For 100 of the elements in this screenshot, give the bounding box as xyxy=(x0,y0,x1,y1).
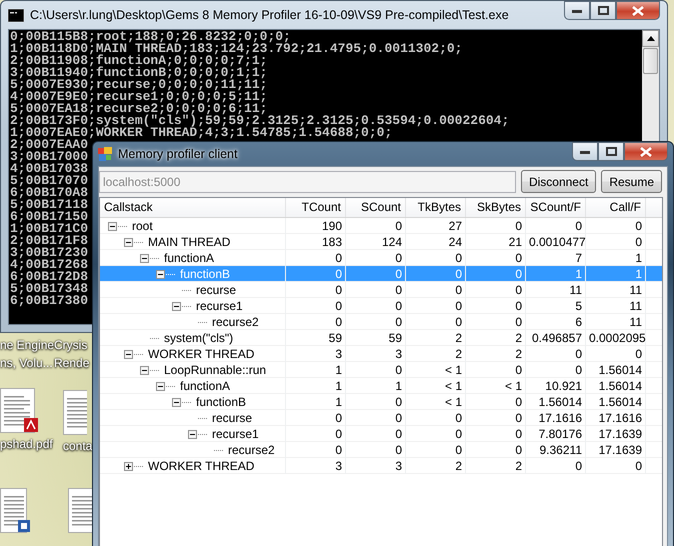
table-cell: 0 xyxy=(466,426,526,442)
table-cell: 3 xyxy=(346,346,406,362)
table-cell: 0 xyxy=(286,410,346,426)
tree-row[interactable]: WORKER THREAD 3 3 2 2 0 0 xyxy=(100,346,662,362)
console-line: 6;00B170A8 xyxy=(10,187,88,199)
close-icon xyxy=(640,146,652,156)
tree-row[interactable]: LoopRunnable::run 1 0 < 1 0 0 1.56014 xyxy=(100,362,662,378)
console-line: 3;00B11940;functionB;0;0;0;0;1;1; xyxy=(10,67,268,79)
pdf-file-icon[interactable] xyxy=(0,388,38,434)
tree-row[interactable]: MAIN THREAD 183 124 24 21 0.0010477 0 xyxy=(100,234,662,250)
console-line: 6;00B17150 xyxy=(10,211,88,223)
close-button[interactable] xyxy=(624,142,668,161)
table-cell: 0 xyxy=(406,410,466,426)
table-cell: 0 xyxy=(286,426,346,442)
table-cell: 0 xyxy=(286,442,346,458)
maximize-button[interactable] xyxy=(598,142,624,161)
expand-icon[interactable] xyxy=(124,462,133,470)
table-cell: 0 xyxy=(406,282,466,298)
collapse-icon[interactable] xyxy=(156,382,165,390)
console-line: 5;0007E930;recurse;0;0;0;0;11;11; xyxy=(10,79,268,91)
document-icon[interactable] xyxy=(63,390,87,436)
close-icon xyxy=(632,6,644,16)
node-name: system("cls") xyxy=(163,330,234,346)
collapse-icon[interactable] xyxy=(188,430,197,438)
table-cell: 0 xyxy=(526,218,586,234)
node-name: recurse1 xyxy=(211,426,260,442)
toolbar-button[interactable]: Disconnect xyxy=(520,170,596,193)
tree-row[interactable]: recurse2 0 0 0 0 9.36211 17.1639 xyxy=(100,442,662,458)
table-cell: 0 xyxy=(586,218,646,234)
window-title: Memory profiler client xyxy=(118,147,238,161)
table-cell: 0 xyxy=(286,314,346,330)
column-header[interactable]: SCount xyxy=(346,198,406,217)
table-cell: 0 xyxy=(286,266,346,282)
table-cell: 0 xyxy=(346,282,406,298)
table-cell: 59 xyxy=(286,330,346,346)
collapse-icon[interactable] xyxy=(124,238,133,246)
column-header[interactable]: TkBytes xyxy=(406,198,466,217)
maximize-button[interactable] xyxy=(590,1,616,20)
table-cell: 0 xyxy=(286,282,346,298)
tree-row[interactable]: WORKER THREAD 3 3 2 2 0 0 xyxy=(100,458,662,474)
table-cell: 11 xyxy=(586,298,646,314)
table-cell: 24 xyxy=(406,234,466,250)
table-cell: 0 xyxy=(466,314,526,330)
tree-row[interactable]: recurse1 0 0 0 0 7.80176 17.1639 xyxy=(100,426,662,442)
toolbar-button[interactable]: Resume xyxy=(601,170,662,193)
console-line: 2;0007EAA0 xyxy=(10,139,88,151)
table-cell: < 1 xyxy=(406,362,466,378)
tree-row[interactable]: recurse 0 0 0 0 17.1616 17.1616 xyxy=(100,410,662,426)
table-cell: 2 xyxy=(466,330,526,346)
scrollbar-thumb[interactable] xyxy=(643,48,658,74)
tree-row[interactable]: recurse1 0 0 0 0 5 11 xyxy=(100,298,662,314)
table-cell: 0 xyxy=(466,282,526,298)
collapse-icon[interactable] xyxy=(140,254,149,262)
tree-row[interactable]: recurse2 0 0 0 0 6 11 xyxy=(100,314,662,330)
tree-row[interactable]: root 190 0 27 0 0 0 xyxy=(100,218,662,234)
column-header[interactable]: SCount/F xyxy=(526,198,586,217)
tree-row[interactable]: recurse 0 0 0 0 11 11 xyxy=(100,282,662,298)
collapse-icon[interactable] xyxy=(172,302,181,310)
table-cell: 0 xyxy=(586,346,646,362)
maximize-icon xyxy=(598,6,608,15)
collapse-icon[interactable] xyxy=(172,398,181,406)
column-header[interactable]: SkBytes xyxy=(466,198,526,217)
table-cell: 2 xyxy=(466,346,526,362)
tree-row[interactable]: system("cls") 59 59 2 2 0.496857 0.0002095 xyxy=(100,330,662,346)
node-name: functionB xyxy=(179,266,232,282)
console-line: 5;00B17348 xyxy=(10,283,88,295)
console-line: 1;0007EAE0;WORKER THREAD;4;3;1.54785;1.54688;0;0; xyxy=(10,127,392,139)
minimize-button[interactable] xyxy=(564,1,590,20)
close-button[interactable] xyxy=(616,1,660,20)
word-file-icon[interactable] xyxy=(0,488,30,534)
table-cell: 0 xyxy=(406,442,466,458)
collapse-icon[interactable] xyxy=(140,366,149,374)
document-icon[interactable] xyxy=(68,488,92,534)
collapse-icon[interactable] xyxy=(156,270,165,278)
table-cell: 1 xyxy=(286,394,346,410)
table-cell: 6 xyxy=(526,314,586,330)
collapse-icon[interactable] xyxy=(124,350,133,358)
console-line: 4;00B17038 xyxy=(10,163,88,175)
table-cell: 0 xyxy=(526,362,586,378)
table-cell: 11 xyxy=(526,282,586,298)
table-cell: 2 xyxy=(406,330,466,346)
collapse-icon[interactable] xyxy=(108,222,117,230)
table-cell: 0 xyxy=(286,298,346,314)
table-cell: < 1 xyxy=(406,378,466,394)
column-header[interactable]: TCount xyxy=(286,198,346,217)
column-header[interactable]: Call/F xyxy=(586,198,646,217)
table-cell: 10.921 xyxy=(526,378,586,394)
node-name: WORKER THREAD xyxy=(147,458,256,474)
scroll-up-button[interactable] xyxy=(642,30,659,47)
tree-row[interactable]: functionA 1 1 < 1 < 1 10.921 1.56014 xyxy=(100,378,662,394)
table-cell: 0 xyxy=(466,298,526,314)
table-cell: 0.0010477 xyxy=(526,234,586,250)
console-line: 1;00B118D0;MAIN THREAD;183;124;23.792;21.4795;0.0011302;0; xyxy=(10,43,462,55)
minimize-button[interactable] xyxy=(572,142,598,161)
node-name: recurse xyxy=(195,282,238,298)
table-cell: 59 xyxy=(346,330,406,346)
tree-row[interactable]: functionB 1 0 < 1 0 1.56014 1.56014 xyxy=(100,394,662,410)
column-header[interactable]: Callstack xyxy=(100,198,286,217)
table-cell: 190 xyxy=(286,218,346,234)
node-name: recurse2 xyxy=(211,314,260,330)
